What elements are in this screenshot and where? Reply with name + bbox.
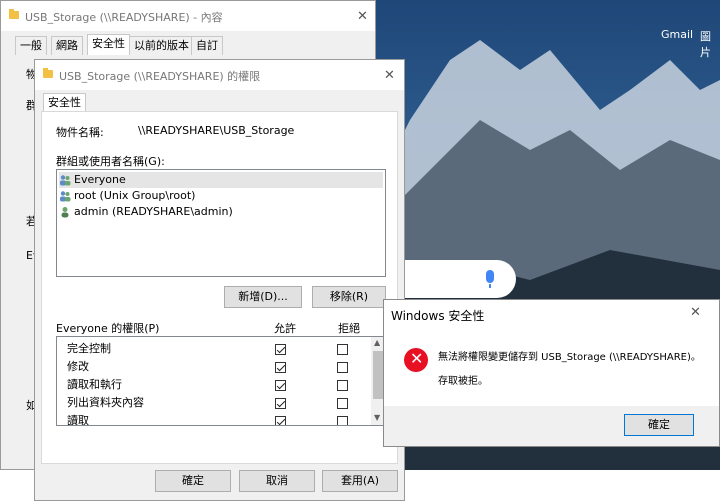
permission-row: 讀取	[67, 413, 367, 426]
close-icon[interactable]: ✕	[384, 68, 395, 83]
dialog-footer: 確定	[384, 406, 719, 446]
deny-checkbox[interactable]	[337, 398, 348, 409]
group-icon	[60, 191, 71, 202]
groups-label: 群組或使用者名稱(G):	[56, 155, 165, 168]
list-item[interactable]: root (Unix Group\root)	[59, 188, 195, 204]
object-name-value: \\READYSHARE\USB_Storage	[138, 124, 295, 137]
scrollbar-thumb[interactable]	[373, 351, 383, 399]
permission-name: 讀取	[67, 414, 89, 426]
error-x-glyph: ✕	[410, 349, 424, 368]
permissions-list[interactable]: 完全控制修改讀取和執行列出資料夾內容 讀取 ▲ ▼	[56, 336, 386, 426]
user-name: admin (READYSHARE\admin)	[74, 205, 233, 218]
remove-button[interactable]: 移除(R)	[312, 286, 386, 308]
permission-name: 完全控制	[67, 342, 111, 355]
list-item[interactable]: Everyone	[59, 172, 383, 188]
ok-button[interactable]: 確定	[155, 470, 231, 492]
error-icon: ✕	[404, 348, 428, 372]
allow-header: 允許	[274, 322, 296, 335]
properties-titlebar: USB_Storage (\\READYSHARE) - 內容 ✕	[1, 1, 375, 31]
microphone-icon[interactable]	[486, 270, 494, 288]
add-button[interactable]: 新增(D)...	[224, 286, 302, 308]
user-name: root (Unix Group\root)	[74, 189, 196, 202]
permissions-window: USB_Storage (\\READYSHARE) 的權限 ✕ 安全性 物件名…	[34, 59, 405, 501]
tab-security[interactable]: 安全性	[87, 34, 130, 55]
ok-button[interactable]: 確定	[624, 414, 694, 436]
security-panel: 物件名稱: \\READYSHARE\USB_Storage 群組或使用者名稱(…	[41, 111, 398, 464]
scroll-up-icon[interactable]: ▲	[374, 338, 380, 347]
folder-icon	[43, 68, 53, 78]
apply-button[interactable]: 套用(A)	[322, 470, 398, 492]
allow-checkbox[interactable]	[275, 344, 286, 355]
images-link[interactable]: 圖片	[700, 28, 720, 60]
permission-row: 讀取和執行	[67, 377, 367, 393]
list-item[interactable]: admin (READYSHARE\admin)	[59, 204, 233, 220]
permission-name: 讀取和執行	[67, 378, 122, 391]
error-dialog-title: Windows 安全性	[391, 309, 485, 323]
permission-name: 列出資料夾內容	[67, 396, 144, 409]
deny-checkbox[interactable]	[337, 344, 348, 355]
user-name: Everyone	[74, 173, 126, 186]
permission-row: 列出資料夾內容	[67, 395, 367, 411]
permission-row: 完全控制	[67, 341, 367, 357]
close-icon[interactable]: ✕	[690, 305, 701, 320]
tab-security[interactable]: 安全性	[43, 93, 86, 112]
tab-network[interactable]: 網路	[51, 36, 83, 55]
permissions-header: Everyone 的權限(P)	[56, 322, 160, 335]
permissions-titlebar: USB_Storage (\\READYSHARE) 的權限 ✕	[35, 60, 404, 90]
tab-general[interactable]: 一般	[15, 36, 47, 55]
close-icon[interactable]: ✕	[357, 9, 368, 24]
tab-custom[interactable]: 自訂	[191, 36, 223, 55]
error-dialog: Windows 安全性 ✕ ✕ 無法將權限變更儲存到 USB_Storage (…	[383, 299, 720, 447]
allow-checkbox[interactable]	[275, 362, 286, 373]
permissions-title: USB_Storage (\\READYSHARE) 的權限	[59, 70, 261, 83]
error-detail: 存取被拒。	[438, 376, 488, 387]
error-message: 無法將權限變更儲存到 USB_Storage (\\READYSHARE)。	[438, 352, 701, 363]
tab-previous-versions[interactable]: 以前的版本	[129, 36, 194, 55]
allow-checkbox[interactable]	[275, 380, 286, 391]
users-list[interactable]: Everyone root (Unix Group\root) admin (R…	[56, 169, 386, 277]
cancel-button[interactable]: 取消	[239, 470, 315, 492]
deny-checkbox[interactable]	[337, 416, 348, 425]
allow-checkbox[interactable]	[275, 416, 286, 425]
properties-title: USB_Storage (\\READYSHARE) - 內容	[25, 11, 223, 24]
deny-header: 拒絕	[338, 322, 360, 335]
permission-name: 修改	[67, 360, 89, 373]
permission-row: 修改	[67, 359, 367, 375]
object-name-label: 物件名稱:	[56, 126, 104, 139]
group-icon	[60, 175, 71, 186]
allow-checkbox[interactable]	[275, 398, 286, 409]
deny-checkbox[interactable]	[337, 362, 348, 373]
scroll-down-icon[interactable]: ▼	[374, 413, 380, 422]
deny-checkbox[interactable]	[337, 380, 348, 391]
user-icon	[61, 207, 69, 218]
folder-icon	[9, 9, 19, 19]
gmail-link[interactable]: Gmail	[661, 28, 693, 41]
